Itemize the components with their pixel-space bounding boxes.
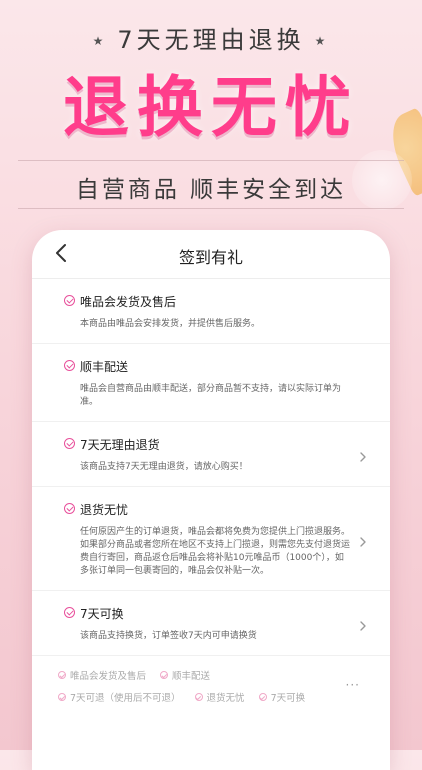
service-list: 唯品会发货及售后 本商品由唯品会安排发货，并提供售后服务。 顺丰配送 唯品会自营… [32,279,390,656]
chevron-right-icon [358,617,368,631]
divider [18,160,404,161]
promo-tagline: ★ 7天无理由退换 ★ [0,20,422,55]
nav-bar: 签到有礼 [32,230,390,279]
service-description: 唯品会自营商品由顺丰配送，部分商品暂不支持，请以实际订单为准。 [80,384,342,407]
check-circle-icon [64,607,75,618]
service-item-sf-delivery: 顺丰配送 唯品会自营商品由顺丰配送，部分商品暂不支持，请以实际订单为准。 [32,344,390,422]
page-title: 签到有礼 [178,248,243,267]
service-title: 退货无忧 [80,503,129,517]
service-item-dispatch: 唯品会发货及售后 本商品由唯品会安排发货，并提供售后服务。 [32,279,390,344]
check-circle-icon [64,295,75,306]
promo-subheadline: 自营商品 顺丰安全到达 [75,177,347,203]
summary-row: 7天可退（使用后不可退） 退货无忧 7天可换 [58,686,368,708]
chevron-right-icon [358,448,368,462]
summary-tag-label: 7天可退（使用后不可退） [70,693,181,704]
check-circle-icon [58,693,66,701]
service-description: 本商品由唯品会安排发货，并提供售后服务。 [80,319,261,329]
check-circle-icon [194,693,203,701]
summary-tag: 7天可换 [258,690,306,704]
service-title: 7天可换 [80,607,124,621]
promo-headline: 退换无忧 [63,69,359,146]
service-description: 任何原因产生的订单退货，唯品会都将免费为您提供上门揽退服务。如果部分商品或者您所… [80,527,351,576]
summary-tag-label: 顺丰配送 [172,671,211,682]
service-description: 该商品支持换货，订单签收7天内可申请换货 [80,631,257,641]
service-title: 顺丰配送 [80,360,129,374]
summary-tag-label: 唯品会发货及售后 [70,671,147,682]
service-summary[interactable]: 唯品会发货及售后 顺丰配送 7天可退（使用后不可退） 退货无忧 7天可换 ··· [32,656,390,708]
service-item-7day-exchange[interactable]: 7天可换 该商品支持换货，订单签收7天内可申请换货 [32,591,390,656]
service-title: 7天无理由退货 [80,438,160,452]
summary-tag: 退货无忧 [194,690,245,704]
divider [18,208,404,209]
promo-banner: ★ 7天无理由退换 ★ 退换无忧 自营商品 顺丰安全到达 [0,0,422,220]
service-item-7day-return[interactable]: 7天无理由退货 该商品支持7天无理由退货，请放心购买！ [32,422,390,487]
service-item-worry-free-return[interactable]: 退货无忧 任何原因产生的订单退货，唯品会都将免费为您提供上门揽退服务。如果部分商… [32,487,390,591]
more-icon[interactable]: ··· [346,678,360,692]
summary-tag: 顺丰配送 [160,668,210,682]
summary-tag-label: 退货无忧 [206,693,245,704]
service-title: 唯品会发货及售后 [80,295,177,309]
star-icon: ★ [314,34,330,48]
summary-row: 唯品会发货及售后 顺丰配送 [58,664,368,686]
check-circle-icon [58,671,66,679]
check-circle-icon [160,671,169,679]
service-description: 该商品支持7天无理由退货，请放心购买！ [80,462,248,472]
bottom-fade [32,744,390,770]
check-circle-icon [64,438,75,449]
summary-tag: 7天可退（使用后不可退） [58,690,181,704]
check-circle-icon [64,503,75,514]
check-circle-icon [258,693,267,701]
summary-tag-label: 7天可换 [270,693,306,704]
chevron-right-icon [358,533,368,547]
promo-tagline-text: 7天无理由退换 [117,26,305,54]
star-icon: ★ [92,34,108,48]
phone-screen: 签到有礼 唯品会发货及售后 本商品由唯品会安排发货，并提供售后服务。 顺丰配送 … [32,230,390,770]
summary-tag: 唯品会发货及售后 [58,668,146,682]
check-circle-icon [64,360,75,371]
